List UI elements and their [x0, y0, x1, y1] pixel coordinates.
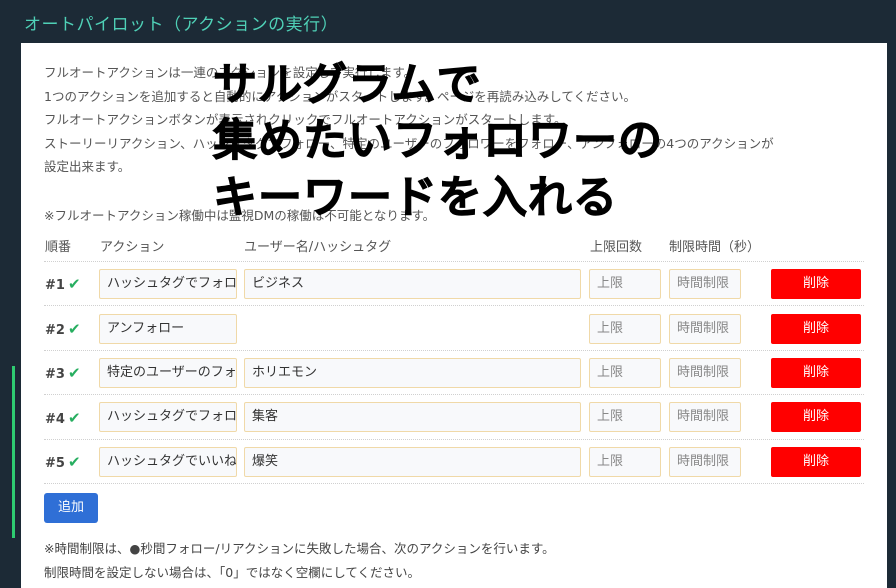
row-divider — [44, 350, 864, 351]
header-order: 順番 — [45, 240, 72, 255]
row-number: #3 ✔ — [45, 364, 81, 382]
header-time-limit: 制限時間（秒） — [669, 240, 761, 255]
row-divider — [44, 483, 864, 484]
time-limit-input[interactable]: 時間制限 — [669, 314, 741, 344]
action-select[interactable]: 特定のユーザーのフォロワーをフォロー — [99, 358, 237, 388]
time-limit-note: ※時間制限は、●秒間フォロー/リアクションに失敗した場合、次のアクションを行いま… — [44, 541, 555, 556]
row-number: #5 ✔ — [45, 453, 81, 471]
overlay-text-line-2: 集めたいフォロワーの — [213, 115, 663, 166]
empty-field-note: 制限時間を設定しない場合は、「0」ではなく空欄にしてください。 — [44, 565, 420, 580]
description-line-5: 設定出来ます。 — [44, 159, 131, 174]
check-icon: ✔ — [67, 453, 81, 471]
limit-input[interactable]: 上限 — [589, 269, 661, 299]
row-divider — [44, 439, 864, 440]
autopilot-panel: フルオートアクションは一連のアクションを設定して実行します。 1つのアクションを… — [21, 43, 887, 588]
overlay-text-line-1: サルグラムで — [213, 59, 482, 110]
delete-button[interactable]: 削除 — [771, 358, 861, 388]
delete-button[interactable]: 削除 — [771, 402, 861, 432]
side-accent-bar — [12, 366, 15, 538]
check-icon: ✔ — [67, 275, 81, 293]
limit-input[interactable]: 上限 — [589, 358, 661, 388]
overlay-text-line-3: キーワードを入れる — [213, 172, 618, 223]
limit-input[interactable]: 上限 — [589, 314, 661, 344]
limit-input[interactable]: 上限 — [589, 402, 661, 432]
header-bar: オートパイロット（アクションの実行） — [0, 0, 896, 42]
time-limit-input[interactable]: 時間制限 — [669, 269, 741, 299]
check-icon: ✔ — [67, 409, 81, 427]
delete-button[interactable]: 削除 — [771, 314, 861, 344]
header-limit: 上限回数 — [590, 240, 643, 255]
row-divider — [44, 261, 864, 262]
limit-input[interactable]: 上限 — [589, 447, 661, 477]
row-divider — [44, 305, 864, 306]
row-number: #4 ✔ — [45, 409, 81, 427]
delete-button[interactable]: 削除 — [771, 269, 861, 299]
action-select[interactable]: ハッシュタグでフォロー — [99, 269, 237, 299]
target-input[interactable]: ホリエモン — [244, 358, 581, 388]
check-icon: ✔ — [67, 320, 81, 338]
time-limit-input[interactable]: 時間制限 — [669, 358, 741, 388]
check-icon: ✔ — [67, 364, 81, 382]
row-number: #1 ✔ — [45, 275, 81, 293]
delete-button[interactable]: 削除 — [771, 447, 861, 477]
time-limit-input[interactable]: 時間制限 — [669, 402, 741, 432]
action-select[interactable]: ハッシュタグでいいね — [99, 447, 237, 477]
action-select[interactable]: ハッシュタグでフォロー — [99, 402, 237, 432]
target-input[interactable]: 集客 — [244, 402, 581, 432]
header-username: ユーザー名/ハッシュタグ — [244, 240, 392, 255]
action-select[interactable]: アンフォロー — [99, 314, 237, 344]
target-input[interactable]: ビジネス — [244, 269, 581, 299]
page-title: オートパイロット（アクションの実行） — [24, 15, 339, 35]
target-input[interactable]: 爆笑 — [244, 447, 581, 477]
header-action: アクション — [100, 240, 165, 255]
row-number: #2 ✔ — [45, 320, 81, 338]
time-limit-input[interactable]: 時間制限 — [669, 447, 741, 477]
row-divider — [44, 394, 864, 395]
add-button[interactable]: 追加 — [44, 493, 98, 523]
